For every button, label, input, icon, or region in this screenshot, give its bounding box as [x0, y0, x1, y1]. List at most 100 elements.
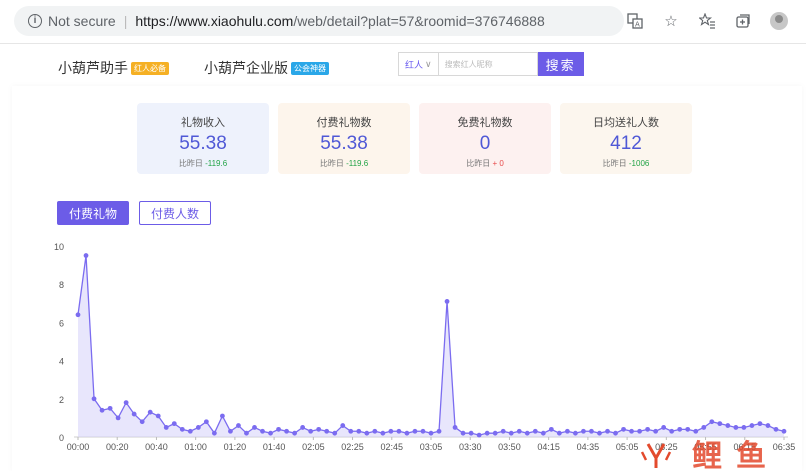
data-point: [356, 428, 362, 434]
brand-assistant-tag: 红人必备: [131, 61, 169, 75]
security-label: Not secure: [48, 13, 116, 29]
site-header: 小葫芦助手 红人必备 小葫芦企业版 公会神器 红人 ∨ 搜索红人昵称 搜索: [0, 44, 806, 86]
data-point: [147, 409, 153, 415]
url-host: https://www.xiaohulu.com: [135, 13, 294, 29]
data-point: [757, 421, 763, 427]
data-point: [340, 423, 346, 428]
data-point: [701, 425, 707, 430]
data-point: [163, 425, 169, 430]
data-point: [380, 430, 386, 436]
data-point: [621, 426, 626, 432]
search-input[interactable]: 搜索红人昵称: [437, 52, 538, 76]
data-point: [284, 428, 289, 434]
x-tick-label: 04:15: [537, 442, 560, 452]
brand-enterprise-link[interactable]: 小葫芦企业版 公会神器: [204, 58, 329, 78]
data-point: [484, 430, 490, 436]
data-point: [516, 428, 522, 434]
gift-line-chart: 0 2 4 6 8 10 00:00 00:20 00:40 01:00 01:20 01:40 02:…: [54, 242, 795, 452]
x-tick-label: 00:20: [106, 442, 129, 452]
data-point: [276, 426, 281, 432]
data-point: [388, 428, 394, 434]
data-point: [220, 413, 225, 419]
data-point: [765, 423, 771, 428]
data-point: [725, 423, 731, 428]
data-point: [131, 411, 137, 417]
data-point: [364, 430, 370, 436]
data-point: [717, 421, 723, 427]
data-point: [444, 298, 450, 304]
data-point: [171, 421, 177, 427]
data-point: [613, 430, 618, 436]
x-tick-label: 02:05: [302, 442, 325, 452]
watermark-logo: 鲤 鱼: [640, 439, 766, 471]
star-icon[interactable]: ☆: [662, 12, 680, 30]
search-type-select[interactable]: 红人 ∨: [398, 52, 438, 76]
brand-enterprise-tag: 公会神器: [291, 61, 329, 75]
data-point: [428, 430, 434, 436]
data-point: [556, 430, 562, 436]
data-point: [508, 430, 514, 436]
data-point: [244, 430, 249, 436]
url-path: /web/detail?plat=57&roomid=376746888: [293, 13, 545, 29]
data-point: [540, 430, 546, 436]
browser-address-bar: i Not secure | https://www.xiaohulu.com /…: [0, 0, 806, 44]
data-point: [412, 428, 418, 434]
search-type-value: 红人: [405, 59, 424, 70]
data-point: [332, 430, 338, 436]
brand-enterprise-label: 小葫芦企业版: [204, 60, 288, 76]
data-point: [203, 419, 209, 425]
search-button[interactable]: 搜索: [537, 52, 584, 76]
data-point: [155, 413, 161, 419]
x-tick-label: 02:45: [381, 442, 404, 452]
y-tick-label: 4: [59, 357, 64, 367]
svg-text:A: A: [635, 21, 640, 29]
data-point: [268, 430, 273, 436]
data-point: [324, 428, 330, 434]
data-point: [107, 405, 113, 411]
data-point: [741, 425, 747, 430]
x-tick-label: 01:20: [224, 442, 247, 452]
x-tick-label: 03:50: [498, 442, 521, 452]
data-point: [123, 400, 129, 406]
data-point: [629, 428, 634, 434]
data-point: [115, 415, 121, 421]
svg-text:鲤: 鲤: [692, 439, 722, 471]
data-point: [420, 428, 426, 434]
data-point: [468, 430, 474, 436]
data-point: [252, 425, 257, 430]
favorites-icon[interactable]: [698, 12, 716, 30]
translate-icon[interactable]: A: [626, 12, 644, 30]
data-point: [564, 428, 570, 434]
data-point: [573, 430, 578, 436]
brand-assistant-link[interactable]: 小葫芦助手 红人必备: [58, 58, 169, 78]
data-point: [139, 419, 145, 425]
url-field[interactable]: i Not secure | https://www.xiaohulu.com /…: [14, 6, 624, 36]
x-tick-label: 03:05: [420, 442, 443, 452]
data-point: [589, 428, 594, 434]
collections-icon[interactable]: [734, 12, 752, 30]
data-point: [605, 428, 610, 434]
data-point: [195, 425, 201, 430]
data-point: [83, 253, 89, 258]
data-point: [348, 428, 354, 434]
info-icon[interactable]: i: [28, 14, 42, 28]
data-point: [661, 425, 667, 430]
data-point: [733, 425, 739, 430]
x-tick-label: 02:25: [341, 442, 364, 452]
profile-icon[interactable]: [770, 12, 788, 30]
data-point: [316, 426, 322, 432]
data-point: [91, 396, 97, 402]
svg-text:鱼: 鱼: [736, 439, 766, 471]
x-tick-label: 00:00: [67, 442, 90, 452]
series-line: [77, 255, 785, 436]
brand-assistant-label: 小葫芦助手: [58, 60, 128, 76]
data-point: [532, 428, 538, 434]
y-tick-label: 2: [59, 395, 64, 405]
series-area: [78, 255, 784, 437]
data-point: [292, 430, 298, 436]
x-tick-label: 05:05: [616, 442, 639, 452]
data-point: [597, 430, 602, 436]
data-point: [749, 423, 755, 428]
search-bar: 红人 ∨ 搜索红人昵称 搜索: [398, 52, 584, 76]
data-point: [524, 430, 530, 436]
